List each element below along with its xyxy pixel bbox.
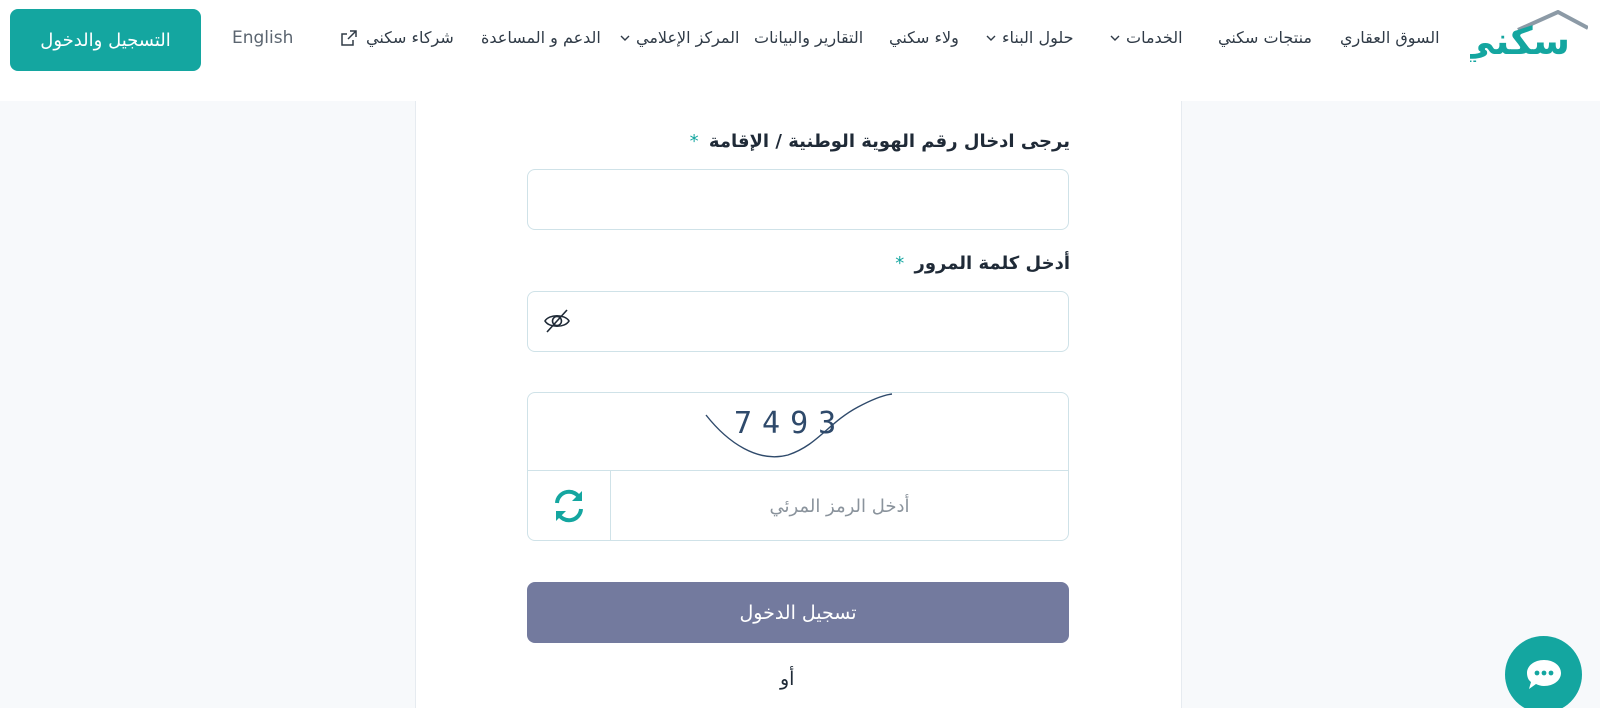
nav-label: ولاء سكني	[889, 28, 959, 47]
nav-sakani-partners[interactable]: شركاء سكني	[340, 28, 454, 47]
chat-bubble-icon	[1526, 659, 1561, 689]
id-label-text: يرجى ادخال رقم الهوية الوطنية / الإقامة	[708, 131, 1070, 152]
or-divider-text: أو	[780, 668, 795, 690]
password-label-text: أدخل كلمة المرور	[914, 253, 1070, 274]
login-button[interactable]: تسجيل الدخول	[527, 582, 1069, 643]
nav-label: حلول البناء	[1002, 28, 1074, 47]
id-field-label: يرجى ادخال رقم الهوية الوطنية / الإقامة …	[690, 131, 1070, 152]
password-input[interactable]	[527, 291, 1069, 352]
nav-label: الخدمات	[1126, 28, 1183, 47]
external-link-icon	[341, 29, 357, 46]
nav-real-estate-market[interactable]: السوق العقاري	[1340, 28, 1440, 47]
logo-text: سكني	[1470, 19, 1570, 62]
nav-building-solutions[interactable]: حلول البناء	[986, 28, 1074, 47]
captcha-text: 7493	[734, 406, 846, 441]
nav-sakani-products[interactable]: منتجات سكني	[1218, 28, 1312, 47]
chevron-down-icon	[1110, 35, 1120, 41]
nav-label: السوق العقاري	[1340, 28, 1440, 47]
chevron-down-icon	[620, 35, 630, 41]
sakani-logo[interactable]: سكني	[1457, 9, 1589, 63]
language-switch-link[interactable]: English	[232, 28, 293, 48]
nav-sakani-loyalty[interactable]: ولاء سكني	[889, 28, 959, 47]
national-id-input[interactable]	[527, 169, 1069, 230]
nav-services[interactable]: الخدمات	[1110, 28, 1183, 47]
chat-button[interactable]	[1505, 636, 1582, 708]
nav-label: الدعم و المساعدة	[481, 28, 601, 47]
required-mark: *	[689, 131, 699, 152]
captcha-input[interactable]: أدخل الرمز المرئي	[611, 471, 1068, 540]
nav-label: شركاء سكني	[366, 28, 454, 47]
nav-reports-data[interactable]: التقارير والبيانات	[754, 28, 863, 47]
eye-slash-icon[interactable]	[542, 306, 572, 336]
top-header: سكني السوق العقاري منتجات سكني الخدمات ح…	[0, 0, 1600, 101]
nav-label: المركز الإعلامي	[636, 28, 740, 47]
password-field-label: أدخل كلمة المرور *	[895, 253, 1070, 274]
required-mark: *	[895, 253, 905, 274]
captcha-box: 7493 أدخل الرمز المرئي	[527, 392, 1069, 541]
captcha-refresh-button[interactable]	[528, 471, 611, 540]
captcha-image: 7493	[528, 393, 1068, 471]
nav-label: منتجات سكني	[1218, 28, 1312, 47]
nav-label: التقارير والبيانات	[754, 28, 864, 47]
chevron-down-icon	[986, 35, 996, 41]
register-login-button[interactable]: التسجيل والدخول	[10, 9, 201, 71]
refresh-icon	[555, 489, 583, 523]
nav-support-help[interactable]: الدعم و المساعدة	[481, 28, 601, 47]
nav-media-center[interactable]: المركز الإعلامي	[620, 28, 740, 47]
captcha-placeholder: أدخل الرمز المرئي	[769, 495, 910, 517]
